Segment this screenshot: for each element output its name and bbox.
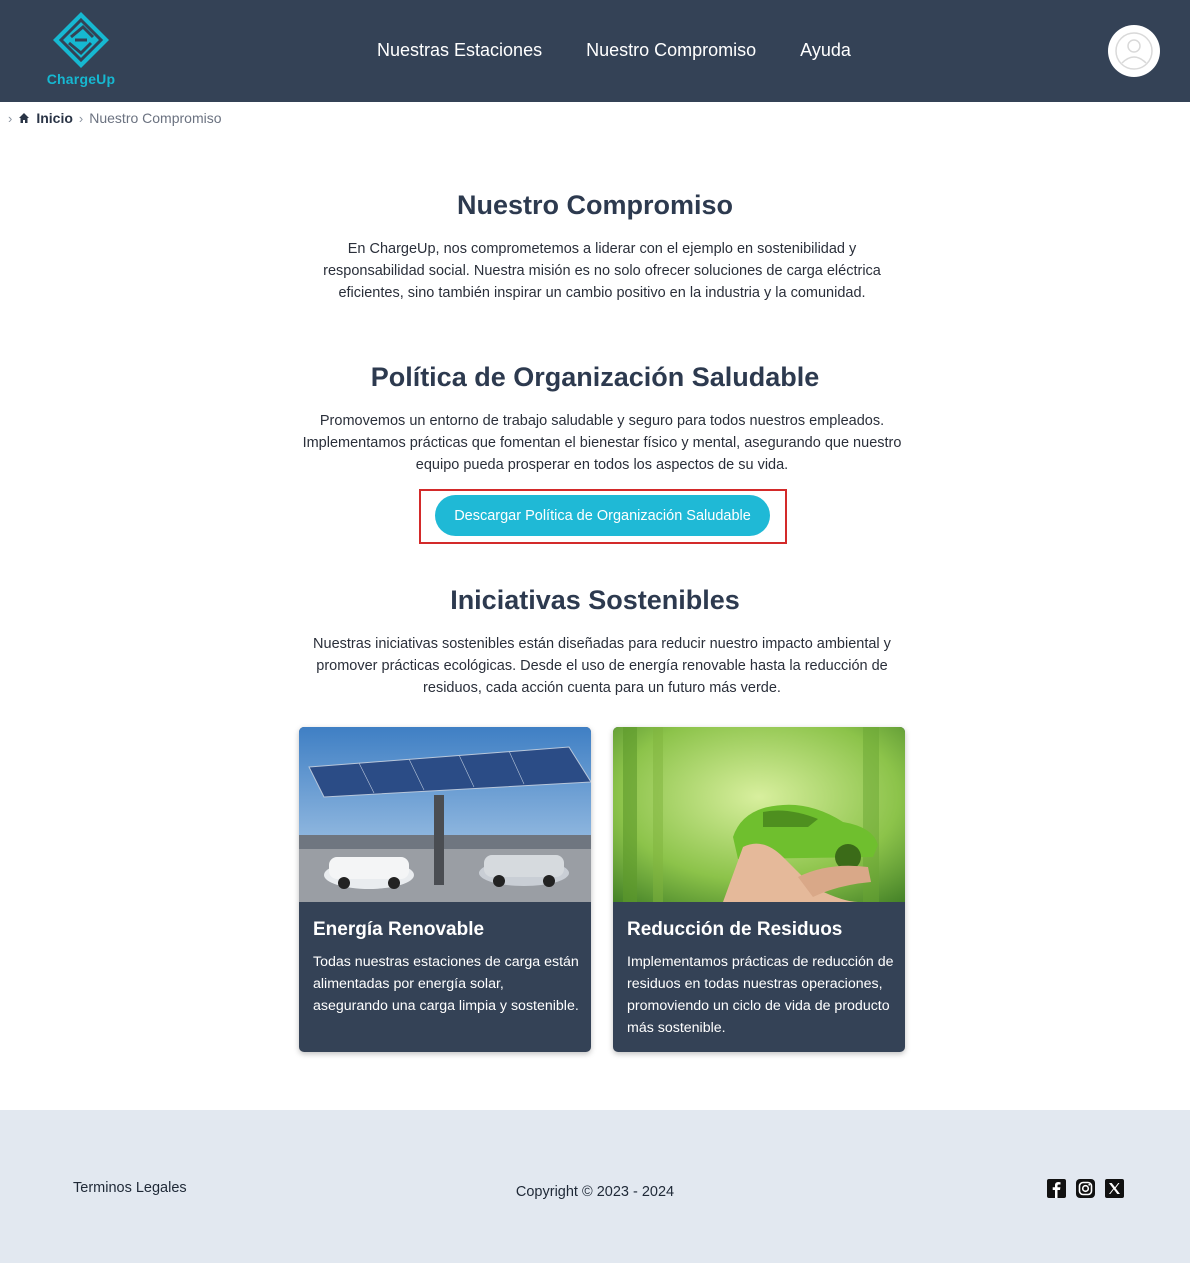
- card-text: Implementamos prácticas de reducción de …: [627, 954, 894, 1036]
- chevron-right-icon: ›: [8, 110, 13, 126]
- card-title: Reducción de Residuos: [627, 919, 843, 940]
- download-policy-button[interactable]: Descargar Política de Organización Salud…: [435, 495, 770, 536]
- card-energia-renovable: Energía Renovable Todas nuestras estacio…: [299, 727, 591, 1052]
- green-car-image: [613, 727, 905, 902]
- x-icon[interactable]: [1105, 1179, 1124, 1198]
- page-title: Nuestro Compromiso: [456, 190, 734, 220]
- initiatives-title: Iniciativas Sostenibles: [450, 585, 740, 615]
- site-footer: Terminos Legales Copyright © 2023 - 2024: [0, 1110, 1190, 1263]
- nav-ayuda[interactable]: Ayuda: [800, 40, 851, 61]
- card-reduccion-residuos: Reducción de Residuos Implementamos prác…: [613, 727, 905, 1052]
- logo-text: ChargeUp: [46, 71, 116, 87]
- logo-icon: [53, 12, 109, 68]
- chevron-right-icon: ›: [78, 110, 84, 126]
- card-title: Energía Renovable: [313, 919, 485, 940]
- breadcrumb-home-label: Inicio: [36, 110, 73, 126]
- solar-charging-image: [299, 727, 591, 902]
- home-icon: [19, 113, 30, 123]
- policy-title: Política de Organización Saludable: [370, 362, 820, 392]
- commitment-text: En ChargeUp, nos comprometemos a liderar…: [323, 241, 881, 301]
- main-nav: Nuestras Estaciones Nuestro Compromiso A…: [377, 40, 851, 61]
- nav-nuestras-estaciones[interactable]: Nuestras Estaciones: [377, 40, 542, 61]
- user-icon: [1115, 32, 1153, 70]
- breadcrumb: › Inicio › Nuestro Compromiso: [6, 108, 222, 128]
- social-links: [1047, 1179, 1124, 1198]
- facebook-icon[interactable]: [1047, 1179, 1066, 1198]
- chargeup-logo[interactable]: ChargeUp: [44, 10, 118, 90]
- instagram-icon[interactable]: [1076, 1179, 1095, 1198]
- initiatives-text: Nuestras iniciativas sostenibles están d…: [313, 636, 891, 696]
- nav-nuestro-compromiso[interactable]: Nuestro Compromiso: [586, 40, 756, 61]
- breadcrumb-current: Nuestro Compromiso: [89, 110, 222, 126]
- user-avatar-button[interactable]: [1108, 25, 1160, 77]
- breadcrumb-home[interactable]: Inicio: [18, 110, 73, 126]
- copyright-text: Copyright © 2023 - 2024: [515, 1184, 675, 1200]
- site-header: ChargeUp Nuestras Estaciones Nuestro Com…: [0, 0, 1190, 102]
- card-text: Todas nuestras estaciones de carga están…: [313, 954, 579, 1014]
- policy-text: Promovemos un entorno de trabajo saludab…: [302, 413, 902, 473]
